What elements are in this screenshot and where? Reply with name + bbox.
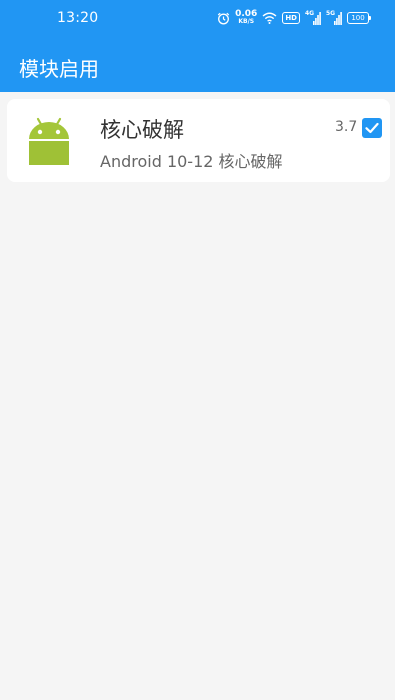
signal-sim2: 5G: [326, 10, 342, 25]
module-version: 3.7: [335, 119, 358, 135]
check-icon: [365, 122, 379, 134]
signal-bars-icon: [313, 12, 321, 25]
network-speed-unit: KB/S: [238, 18, 255, 25]
status-time: 13:20: [57, 10, 99, 26]
module-description: Android 10-12 核心破解: [100, 152, 283, 171]
app-bar: 模块启用: [0, 40, 395, 92]
signal-bars-icon: [334, 12, 342, 25]
signal-sim1: 4G: [305, 10, 321, 25]
status-icons: 0.06 KB/S HD 4G 5G 100: [217, 9, 371, 27]
android-icon: [24, 115, 74, 167]
module-name: 核心破解: [100, 118, 184, 142]
battery-icon: 100: [347, 12, 371, 24]
alarm-icon: [217, 12, 230, 25]
status-bar: 13:20 0.06 KB/S HD 4G 5G 100: [0, 0, 395, 40]
module-list-item[interactable]: 核心破解 Android 10-12 核心破解 3.7: [7, 99, 390, 182]
page-title: 模块启用: [19, 57, 99, 81]
hd-badge: HD: [282, 12, 300, 24]
wifi-icon: [262, 12, 277, 24]
network-speed: 0.06 KB/S: [235, 10, 257, 26]
network-speed-value: 0.06: [235, 9, 258, 19]
module-enable-checkbox[interactable]: [362, 118, 382, 138]
